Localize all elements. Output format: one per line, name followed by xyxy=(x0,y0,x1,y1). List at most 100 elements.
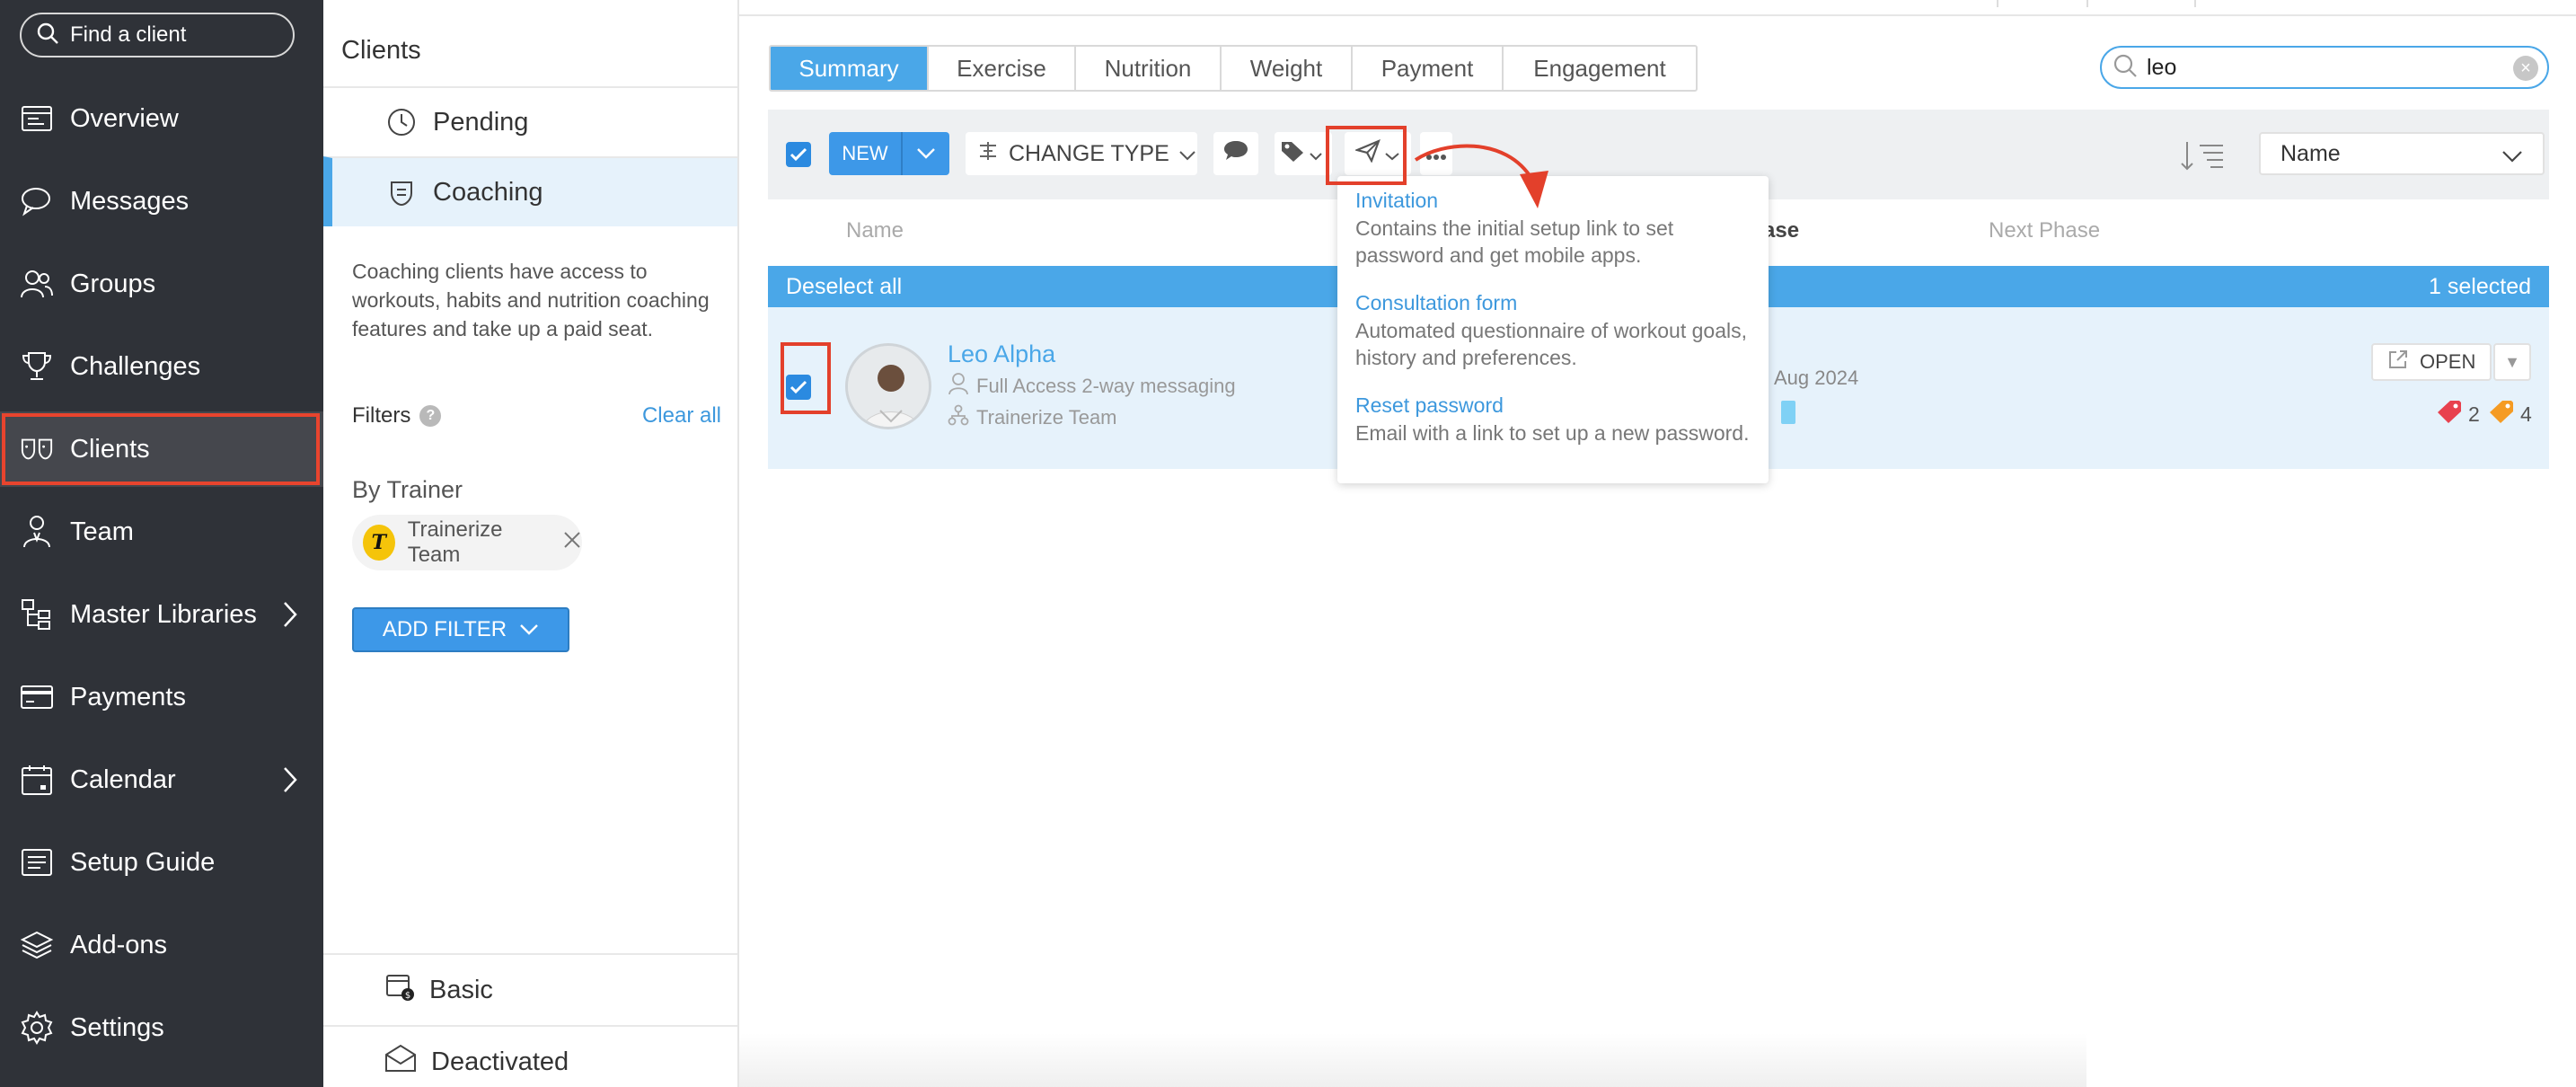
menu-item-consultation-form[interactable]: Consultation form Automated questionnair… xyxy=(1355,291,1751,371)
search-icon xyxy=(2113,53,2138,83)
deactivated-icon xyxy=(384,1044,417,1080)
sidebar-item-label: Messages xyxy=(70,186,190,216)
sidebar-item-label: Clients xyxy=(70,434,150,464)
phase-date: Aug 2024 xyxy=(1774,367,1859,389)
category-label: Pending xyxy=(433,107,529,137)
find-client-search[interactable]: Find a client xyxy=(20,13,295,57)
sidebar-item-groups[interactable]: Groups xyxy=(0,246,323,322)
selected-count: 1 selected xyxy=(2429,274,2531,299)
add-filter-button[interactable]: ADD FILTER xyxy=(352,607,569,652)
chevron-right-icon xyxy=(282,765,298,799)
chevron-down-icon xyxy=(1178,141,1196,167)
avatar[interactable] xyxy=(845,343,931,429)
sidebar-item-settings[interactable]: Settings xyxy=(0,990,323,1065)
open-label: OPEN xyxy=(2420,350,2476,373)
tab-summary[interactable]: Summary xyxy=(771,47,929,90)
trophy-icon xyxy=(20,349,54,384)
panel-title: Clients xyxy=(341,36,421,65)
payments-icon xyxy=(20,680,54,714)
message-button[interactable] xyxy=(1213,132,1258,175)
send-icon xyxy=(1354,138,1381,169)
client-name-link[interactable]: Leo Alpha xyxy=(948,340,1055,368)
summary-tabs: Summary Exercise Nutrition Weight Paymen… xyxy=(769,45,1698,92)
change-type-button[interactable]: CHANGE TYPE xyxy=(966,132,1197,175)
clear-search-icon[interactable]: × xyxy=(2513,56,2538,81)
orange-tag-icon xyxy=(2488,399,2515,429)
clock-icon xyxy=(384,105,419,139)
setup-guide-icon xyxy=(20,845,54,879)
new-button[interactable]: NEW xyxy=(829,132,949,175)
sidebar-item-team[interactable]: Team xyxy=(0,494,323,570)
orange-tag-count-text: 4 xyxy=(2520,402,2532,426)
overview-icon xyxy=(20,102,54,136)
help-icon[interactable]: ? xyxy=(419,405,442,427)
trainerize-logo-icon: T xyxy=(363,525,395,561)
sidebar-item-setup-guide[interactable]: Setup Guide xyxy=(0,825,323,900)
by-trainer-heading: By Trainer xyxy=(352,476,463,503)
category-basic[interactable]: $ Basic xyxy=(323,953,737,1025)
sidebar-item-addons[interactable]: Add-ons xyxy=(0,907,323,983)
sidebar-item-overview[interactable]: Overview xyxy=(0,81,323,156)
change-type-icon xyxy=(976,140,1000,168)
menu-item-reset-password[interactable]: Reset password Email with a link to set … xyxy=(1355,393,1751,446)
sidebar-item-clients[interactable]: Clients xyxy=(0,411,323,487)
tab-weight[interactable]: Weight xyxy=(1222,47,1353,90)
sidebar-item-label: Settings xyxy=(70,1012,164,1042)
sidebar-item-label: Add-ons xyxy=(70,930,168,959)
sidebar-item-challenges[interactable]: Challenges xyxy=(0,329,323,404)
menu-item-title: Consultation form xyxy=(1355,291,1518,314)
sidebar-item-messages[interactable]: Messages xyxy=(0,163,323,239)
sort-select[interactable]: Name xyxy=(2259,132,2545,175)
chevron-right-icon xyxy=(282,600,298,633)
sidebar-item-label: Calendar xyxy=(70,764,176,794)
messages-icon xyxy=(20,184,54,218)
chevron-down-icon xyxy=(1384,141,1400,167)
open-options-caret[interactable]: ▼ xyxy=(2493,343,2531,381)
column-header-name[interactable]: Name xyxy=(846,218,904,243)
find-client-label: Find a client xyxy=(70,22,187,47)
tab-nutrition[interactable]: Nutrition xyxy=(1076,47,1222,90)
client-access-text: Full Access 2-way messaging xyxy=(976,375,1236,397)
category-coaching[interactable]: Coaching xyxy=(323,156,737,226)
column-header-next-phase[interactable]: Next Phase xyxy=(1989,218,2100,243)
new-button-label: NEW xyxy=(829,132,903,175)
category-description: Coaching clients have access to workouts… xyxy=(352,260,710,340)
phase-progress-bar xyxy=(1781,401,1795,424)
menu-item-description: Automated questionnaire of workout goals… xyxy=(1355,319,1747,369)
open-client-button[interactable]: OPEN xyxy=(2371,343,2492,381)
close-icon[interactable] xyxy=(562,530,582,556)
category-deactivated[interactable]: Deactivated xyxy=(323,1025,737,1087)
sidebar-item-label: Challenges xyxy=(70,351,201,381)
search-icon xyxy=(36,22,59,49)
tab-payment[interactable]: Payment xyxy=(1353,47,1504,90)
search-input[interactable] xyxy=(2147,54,2506,81)
client-access: Full Access 2-way messaging xyxy=(948,372,1236,401)
deselect-all-link[interactable]: Deselect all xyxy=(786,274,902,300)
filters-text: Filters xyxy=(352,403,411,428)
sidebar-item-payments[interactable]: Payments xyxy=(0,659,323,735)
tag-button[interactable] xyxy=(1275,132,1332,175)
category-pending[interactable]: Pending xyxy=(323,86,737,156)
team-hierarchy-icon xyxy=(948,404,969,431)
category-label: Deactivated xyxy=(431,1047,569,1076)
chevron-down-icon[interactable] xyxy=(903,147,949,160)
sidebar-item-master-libraries[interactable]: Master Libraries xyxy=(0,577,323,652)
menu-item-description: Contains the initial setup link to set p… xyxy=(1355,217,1674,267)
change-type-label: CHANGE TYPE xyxy=(1009,140,1169,166)
sort-icon[interactable] xyxy=(2178,138,2227,179)
groups-icon xyxy=(20,267,54,301)
gear-icon xyxy=(20,1011,54,1045)
sidebar-item-label: Master Libraries xyxy=(70,599,257,629)
sidebar-item-calendar[interactable]: Calendar xyxy=(0,742,323,817)
tab-exercise[interactable]: Exercise xyxy=(929,47,1076,90)
column-header-phase[interactable]: ase xyxy=(1763,218,1799,243)
libraries-icon xyxy=(20,597,54,632)
calendar-icon xyxy=(20,763,54,797)
row-checkbox[interactable] xyxy=(786,375,811,400)
chevron-down-icon xyxy=(1309,141,1323,167)
clear-all-link[interactable]: Clear all xyxy=(642,403,721,429)
send-email-button[interactable] xyxy=(1345,132,1411,175)
tab-engagement[interactable]: Engagement xyxy=(1504,47,1696,90)
select-all-checkbox[interactable] xyxy=(786,142,811,167)
client-search: × xyxy=(2100,46,2549,89)
